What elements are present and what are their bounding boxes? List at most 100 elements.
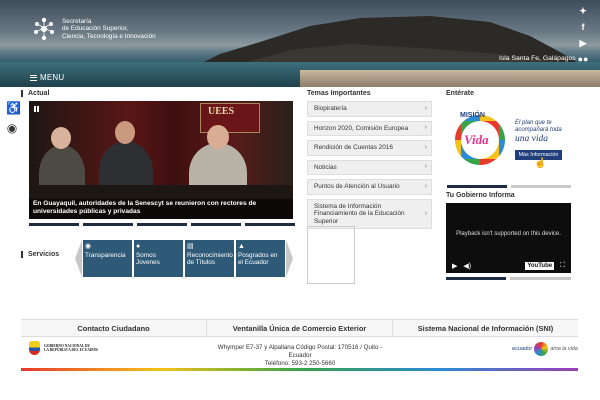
tema-item[interactable]: Noticias ›: [307, 159, 432, 175]
footer-link-ventanilla[interactable]: Ventanilla Única de Comercio Exterior: [207, 320, 393, 336]
accessibility-icon[interactable]: ♿: [6, 102, 21, 114]
service-transparencia[interactable]: ◉ Transparencia: [83, 240, 132, 277]
logo-text: Secretaría de Educación Superior, Cienci…: [62, 18, 156, 41]
services-carousel: ◉ Transparencia ● Somos Jovenes ▤ Recono…: [75, 240, 293, 277]
chevron-right-icon: ›: [424, 182, 427, 190]
slider-dot[interactable]: [245, 223, 295, 226]
slide-caption[interactable]: En Guayaquil, autoridades de la Senescyt…: [29, 199, 293, 219]
vida-text: Vida: [464, 132, 489, 147]
services-list: ◉ Transparencia ● Somos Jovenes ▤ Recono…: [82, 240, 286, 277]
brand-ecuador: ecuador: [512, 346, 533, 352]
logo-line-3: Ciencia, Tecnología e Innovación: [62, 32, 156, 40]
chevron-right-icon: ›: [424, 104, 427, 112]
twitter-icon[interactable]: ✦: [577, 6, 589, 16]
actual-title: Actual: [21, 90, 49, 97]
footer-link-sni[interactable]: Sistema Nacional de Información (SNI): [393, 320, 578, 336]
document-icon: ▤: [187, 243, 194, 250]
color-stripe: [21, 368, 578, 371]
chevron-right-icon: ›: [424, 209, 427, 217]
tema-item[interactable]: Sistema de Información Financiamiento de…: [307, 198, 432, 229]
banner-text: UEES: [208, 106, 235, 117]
chevron-right-icon: ›: [424, 124, 427, 132]
service-label: Transparencia: [85, 252, 126, 259]
person-2-head: [115, 121, 135, 144]
service-posgrados[interactable]: ▲ Posgrados en el Ecuador: [236, 240, 285, 277]
play-icon[interactable]: ▶: [452, 262, 457, 270]
tema-item[interactable]: Puntos de Atención al Usuario ›: [307, 179, 432, 195]
tema-label: Rendición de Cuentas 2016: [314, 144, 393, 151]
slider-dot[interactable]: [83, 223, 133, 226]
plan-text: El plan que te acompañará toda: [515, 120, 562, 133]
social-links: ✦ f ▶ ●●: [577, 6, 589, 64]
promo-dot[interactable]: [447, 185, 507, 188]
pointer-hand-icon: ☝: [534, 158, 547, 169]
promo-dot[interactable]: [511, 185, 571, 188]
pause-icon[interactable]: [32, 104, 41, 113]
sun-icon: [534, 342, 549, 356]
tema-label: Sistema de Información Financiamiento de…: [314, 202, 405, 225]
ecuador-ama-la-vida-logo[interactable]: ecuador ama la vida: [512, 342, 578, 356]
video-player[interactable]: Playback isn't supported on this device.…: [446, 203, 571, 273]
enterate-title: Entérate: [446, 90, 475, 97]
service-reconocimiento[interactable]: ▤ Reconocimiento de Títulos: [185, 240, 234, 277]
service-label: Somos Jovenes: [136, 252, 160, 266]
tema-label: Noticias: [314, 163, 337, 171]
promo-indicators: [447, 185, 571, 188]
eye-icon[interactable]: ◉: [6, 122, 18, 134]
hamburger-icon: [30, 74, 37, 81]
tema-item[interactable]: Biopiratería ›: [307, 101, 432, 117]
video-indicator: [446, 277, 506, 280]
address-line: Whymper E7-37 y Alpallana Código Postal:…: [217, 344, 383, 360]
person-icon: ●: [136, 243, 141, 250]
gobierno-nacional-logo[interactable]: GOBIERNO NACIONAL DE LA REPÚBLICA DEL EC…: [29, 341, 98, 355]
slider-indicators: [29, 223, 295, 226]
person-3-head: [207, 125, 229, 149]
logo-icon: [34, 17, 54, 41]
tema-item[interactable]: Rendición de Cuentas 2016 ›: [307, 140, 432, 156]
volume-icon[interactable]: ◀): [463, 262, 471, 270]
header-banner: Secretaría de Educación Superior, Cienci…: [0, 0, 600, 87]
mision-text: MISIÓN: [460, 112, 485, 119]
fullscreen-icon[interactable]: ⛶: [560, 262, 565, 270]
video-controls: ▶ ◀) YouTube ⛶: [446, 258, 571, 273]
footer-links: Contacto Ciudadano Ventanilla Única de C…: [21, 319, 578, 337]
playback-message: Playback isn't supported on this device.: [456, 231, 561, 237]
facebook-icon[interactable]: f: [577, 22, 589, 32]
tema-label: Biopiratería: [314, 105, 347, 112]
brand-ama-la-vida: ama la vida: [550, 346, 578, 352]
person-1-head: [51, 127, 71, 149]
slider-dot[interactable]: [29, 223, 79, 226]
chevron-right-icon: ›: [424, 143, 427, 151]
temas-widget-frame: [307, 226, 355, 284]
tema-label: Puntos de Atención al Usuario: [314, 183, 400, 190]
chevron-right-icon[interactable]: [286, 240, 293, 277]
accessibility-tools: ♿ ◉: [6, 102, 21, 134]
tema-label: Horizon 2020, Comisión Europea: [314, 124, 409, 132]
slider-dot[interactable]: [191, 223, 241, 226]
video-indicator: [510, 277, 571, 280]
youtube-logo[interactable]: YouTube: [525, 261, 555, 270]
logo-line-1: Secretaría: [62, 17, 92, 25]
service-label: Reconocimiento de Títulos: [187, 252, 233, 266]
chevron-left-icon[interactable]: [75, 240, 82, 277]
service-somos-jovenes[interactable]: ● Somos Jovenes: [134, 240, 183, 277]
gov-line-2: LA REPÚBLICA DEL ECUADOR: [44, 348, 98, 352]
footer-address: Whymper E7-37 y Alpallana Código Postal:…: [215, 344, 385, 369]
gobierno-title: Tu Gobierno Informa: [446, 192, 515, 199]
temas-title: Temas Importantes: [307, 90, 371, 97]
slider-dot[interactable]: [137, 223, 187, 226]
menu-button[interactable]: MENU: [30, 73, 64, 82]
ecuador-crest-icon: [29, 341, 40, 355]
news-slider[interactable]: UEES En Guayaquil, autoridades de la Sen…: [29, 101, 293, 219]
temas-list: Biopiratería › Horizon 2020, Comisión Eur…: [307, 101, 432, 229]
youtube-icon[interactable]: ▶: [577, 38, 589, 48]
flickr-icon[interactable]: ●●: [577, 54, 589, 64]
gov-text: GOBIERNO NACIONAL DE LA REPÚBLICA DEL EC…: [44, 344, 98, 353]
mision-vida-banner[interactable]: MISIÓN Vida El plan que te acompañará to…: [446, 101, 571, 181]
eye-icon: ◉: [85, 243, 92, 250]
footer-link-contacto[interactable]: Contacto Ciudadano: [21, 320, 207, 336]
senescyt-logo[interactable]: Secretaría de Educación Superior, Cienci…: [32, 16, 156, 42]
tema-item[interactable]: Horizon 2020, Comisión Europea ›: [307, 120, 432, 136]
chevron-right-icon: ›: [424, 163, 427, 171]
menu-label: MENU: [40, 73, 65, 82]
